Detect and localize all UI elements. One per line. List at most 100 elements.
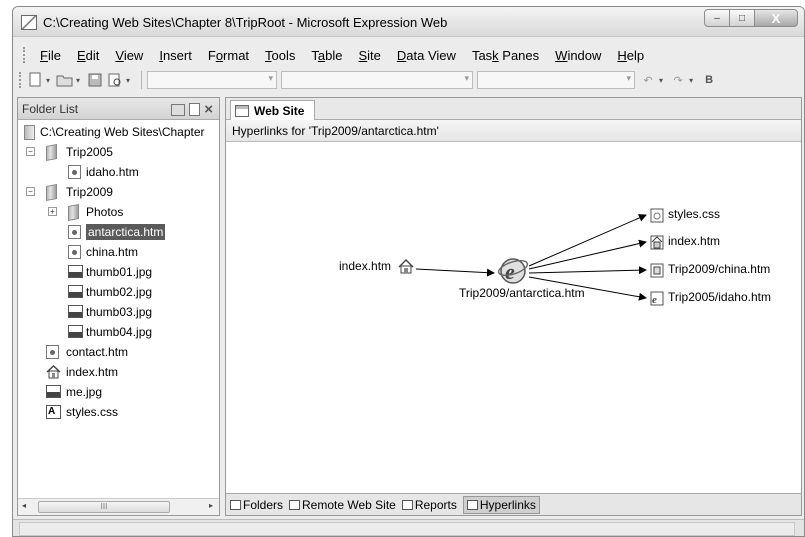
style-combo[interactable] [147,71,278,89]
tab-web-site[interactable]: Web Site [230,100,315,120]
window-controls: – □ X [704,9,798,27]
close-button[interactable]: X [754,9,798,27]
new-folder-icon[interactable] [171,103,186,116]
home-page-icon [650,235,665,253]
preview-dropdown-icon[interactable]: ▾ [126,76,130,85]
undo-icon[interactable]: ↶ [639,72,657,88]
menu-format[interactable]: Format [200,48,257,63]
image-file-icon [46,385,61,398]
tab-folders[interactable]: Folders [230,496,289,514]
minimize-button[interactable]: – [704,9,730,27]
tree-item-root[interactable]: C:\Creating Web Sites\Chapter [18,122,219,142]
scroll-left-icon[interactable]: ◂ [22,501,26,510]
hyperlinks-header: Hyperlinks for 'Trip2009/antarctica.htm' [226,120,801,142]
menu-tools[interactable]: Tools [257,48,303,63]
incoming-page-label[interactable]: index.htm [339,259,391,273]
tree-item[interactable]: me.jpg [18,382,219,402]
scroll-thumb[interactable]: III [38,501,170,513]
menu-help[interactable]: Help [609,48,652,63]
tree-item-label: thumb03.jpg [86,305,153,319]
tree-item[interactable]: antarctica.htm [18,222,219,242]
tree-item[interactable]: thumb01.jpg [18,262,219,282]
tree-item-label: C:\Creating Web Sites\Chapter [40,125,205,139]
menu-table[interactable]: Table [303,48,350,63]
tree-item[interactable]: thumb02.jpg [18,282,219,302]
menu-task-panes[interactable]: Task Panes [464,48,547,63]
svg-text:e: e [652,294,657,306]
outgoing-page-label[interactable]: Trip2005/idaho.htm [668,290,771,304]
menu-site[interactable]: Site [351,48,389,63]
window-title: C:\Creating Web Sites\Chapter 8\TripRoot… [43,15,448,30]
menu-insert[interactable]: Insert [151,48,200,63]
menu-window[interactable]: Window [547,48,609,63]
title-bar: C:\Creating Web Sites\Chapter 8\TripRoot… [13,7,804,37]
save-icon[interactable] [86,72,104,88]
tree-item[interactable]: − Trip2005 [18,142,219,162]
new-dropdown-icon[interactable]: ▾ [46,76,50,85]
tree-item[interactable]: idaho.htm [18,162,219,182]
app-icon [21,15,37,30]
remote-site-icon [289,499,301,510]
menu-bar: File Edit View Insert Format Tools Table Site Da… [13,44,804,66]
tree-item[interactable]: Astyles.css [18,402,219,422]
folder-icon [68,204,79,221]
new-page-small-icon[interactable] [189,103,201,116]
menu-data-view[interactable]: Data View [389,48,464,63]
web-site-icon [235,104,249,117]
panel-close-icon[interactable]: × [204,101,213,118]
menu-grip [23,47,26,63]
tree-item[interactable]: index.htm [18,362,219,382]
hyperlink-arrows [415,214,647,301]
outgoing-page-label[interactable]: styles.css [668,207,720,221]
font-combo[interactable] [281,71,474,89]
toolbar-grip [19,72,22,88]
tree-item-label: index.htm [66,365,119,379]
home-page-icon [46,365,61,379]
css-file-icon: A [46,405,61,419]
preview-icon[interactable] [106,72,124,88]
scroll-right-icon[interactable]: ▸ [209,501,213,510]
tree-item[interactable]: contact.htm [18,342,219,362]
folder-list-header: Folder List × [18,98,219,120]
collapse-icon[interactable]: − [26,187,35,196]
tab-hyperlinks[interactable]: Hyperlinks [462,495,540,514]
view-tab-label: Reports [414,497,457,512]
tree-item[interactable]: + Photos [18,202,219,222]
expand-icon[interactable]: + [48,207,57,216]
tree-item-label: styles.css [66,405,119,419]
new-page-icon[interactable] [26,72,44,88]
redo-dropdown-icon[interactable]: ▾ [689,76,693,85]
tree-item[interactable]: thumb03.jpg [18,302,219,322]
image-file-icon [68,325,83,338]
tree-item-label: contact.htm [66,345,129,359]
tree-item[interactable]: china.htm [18,242,219,262]
browser-page-icon[interactable]: e [497,254,529,289]
tab-remote-web-site[interactable]: Remote Web Site [289,496,402,514]
html-page-icon [68,245,81,259]
tab-reports[interactable]: Reports [401,496,463,514]
tree-item-label: me.jpg [66,385,103,399]
outgoing-page-label[interactable]: Trip2009/china.htm [668,262,770,276]
ie-page-icon: e [650,291,665,309]
undo-dropdown-icon[interactable]: ▾ [659,76,663,85]
folders-icon [230,499,241,510]
bold-button[interactable]: B [705,74,713,86]
center-page-label[interactable]: Trip2009/antarctica.htm [459,286,585,300]
folder-icon [46,144,57,161]
incoming-link-arrow [415,268,495,277]
open-icon[interactable] [56,72,74,88]
menu-edit[interactable]: Edit [69,48,107,63]
outgoing-page-label[interactable]: index.htm [668,234,720,248]
redo-icon[interactable]: ↷ [669,72,687,88]
menu-view[interactable]: View [107,48,151,63]
tree-item-label: china.htm [86,245,139,259]
folder-list-hscrollbar[interactable]: ◂ III ▸ [18,498,219,515]
tree-item[interactable]: thumb04.jpg [18,322,219,342]
open-dropdown-icon[interactable]: ▾ [76,76,80,85]
tree-item[interactable]: − Trip2009 [18,182,219,202]
menu-file[interactable]: File [32,48,69,63]
maximize-button[interactable]: □ [729,9,755,27]
html-page-icon [68,225,81,239]
font-size-combo[interactable] [477,71,636,89]
collapse-icon[interactable]: − [26,147,35,156]
